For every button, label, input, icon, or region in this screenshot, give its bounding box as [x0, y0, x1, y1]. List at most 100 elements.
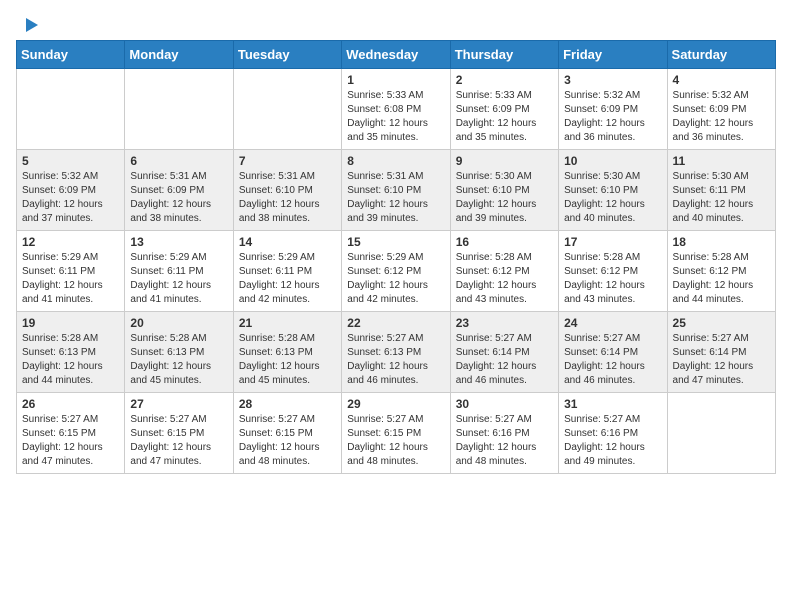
day-cell: 13 Sunrise: 5:29 AMSunset: 6:11 PMDayligh… [125, 231, 233, 312]
day-info: Sunrise: 5:28 AMSunset: 6:12 PMDaylight:… [456, 251, 553, 307]
day-number: 9 [456, 154, 553, 168]
day-cell [125, 69, 233, 150]
day-info: Sunrise: 5:28 AMSunset: 6:13 PMDaylight:… [22, 332, 119, 388]
day-number: 4 [673, 73, 770, 87]
day-number: 18 [673, 235, 770, 249]
day-cell: 8 Sunrise: 5:31 AMSunset: 6:10 PMDaylight… [342, 150, 450, 231]
day-cell: 12 Sunrise: 5:29 AMSunset: 6:11 PMDayligh… [17, 231, 125, 312]
day-info: Sunrise: 5:28 AMSunset: 6:12 PMDaylight:… [673, 251, 770, 307]
day-info: Sunrise: 5:30 AMSunset: 6:10 PMDaylight:… [456, 170, 553, 226]
day-number: 11 [673, 154, 770, 168]
day-info: Sunrise: 5:27 AMSunset: 6:15 PMDaylight:… [22, 413, 119, 469]
day-cell: 10Sunrise: 5:30 AMSunset: 6:10 PMDayligh… [559, 150, 667, 231]
day-cell: 5 Sunrise: 5:32 AMSunset: 6:09 PMDaylight… [17, 150, 125, 231]
calendar-table: SundayMondayTuesdayWednesdayThursdayFrid… [16, 40, 776, 474]
day-cell: 2 Sunrise: 5:33 AMSunset: 6:09 PMDaylight… [450, 69, 558, 150]
day-cell: 19 Sunrise: 5:28 AMSunset: 6:13 PMDayligh… [17, 312, 125, 393]
day-number: 12 [22, 235, 119, 249]
day-cell: 15 Sunrise: 5:29 AMSunset: 6:12 PMDayligh… [342, 231, 450, 312]
day-cell: 22 Sunrise: 5:27 AMSunset: 6:13 PMDayligh… [342, 312, 450, 393]
day-info: Sunrise: 5:28 AMSunset: 6:13 PMDaylight:… [130, 332, 227, 388]
day-number: 25 [673, 316, 770, 330]
day-info: Sunrise: 5:27 AMSunset: 6:16 PMDaylight:… [456, 413, 553, 469]
day-cell: 29Sunrise: 5:27 AMSunset: 6:15 PMDayligh… [342, 393, 450, 474]
week-row-1: 1 Sunrise: 5:33 AMSunset: 6:08 PMDaylight… [17, 69, 776, 150]
day-info: Sunrise: 5:27 AMSunset: 6:14 PMDaylight:… [673, 332, 770, 388]
day-info: Sunrise: 5:29 AMSunset: 6:11 PMDaylight:… [22, 251, 119, 307]
day-number: 19 [22, 316, 119, 330]
day-number: 1 [347, 73, 444, 87]
day-number: 7 [239, 154, 336, 168]
day-info: Sunrise: 5:31 AMSunset: 6:10 PMDaylight:… [347, 170, 444, 226]
week-row-4: 19 Sunrise: 5:28 AMSunset: 6:13 PMDayligh… [17, 312, 776, 393]
day-number: 5 [22, 154, 119, 168]
day-number: 3 [564, 73, 661, 87]
day-info: Sunrise: 5:29 AMSunset: 6:12 PMDaylight:… [347, 251, 444, 307]
day-info: Sunrise: 5:33 AMSunset: 6:09 PMDaylight:… [456, 89, 553, 145]
day-cell: 16Sunrise: 5:28 AMSunset: 6:12 PMDayligh… [450, 231, 558, 312]
day-cell: 9 Sunrise: 5:30 AMSunset: 6:10 PMDaylight… [450, 150, 558, 231]
day-cell: 25 Sunrise: 5:27 AMSunset: 6:14 PMDayligh… [667, 312, 775, 393]
day-cell: 28 Sunrise: 5:27 AMSunset: 6:15 PMDayligh… [233, 393, 341, 474]
day-header-wednesday: Wednesday [342, 41, 450, 69]
day-cell [667, 393, 775, 474]
day-number: 17 [564, 235, 661, 249]
day-cell: 3 Sunrise: 5:32 AMSunset: 6:09 PMDaylight… [559, 69, 667, 150]
logo-icon [18, 14, 40, 36]
day-info: Sunrise: 5:29 AMSunset: 6:11 PMDaylight:… [130, 251, 227, 307]
day-info: Sunrise: 5:28 AMSunset: 6:12 PMDaylight:… [564, 251, 661, 307]
day-cell: 21Sunrise: 5:28 AMSunset: 6:13 PMDayligh… [233, 312, 341, 393]
day-number: 27 [130, 397, 227, 411]
day-number: 26 [22, 397, 119, 411]
day-header-tuesday: Tuesday [233, 41, 341, 69]
day-info: Sunrise: 5:32 AMSunset: 6:09 PMDaylight:… [564, 89, 661, 145]
day-number: 2 [456, 73, 553, 87]
day-info: Sunrise: 5:32 AMSunset: 6:09 PMDaylight:… [22, 170, 119, 226]
day-header-thursday: Thursday [450, 41, 558, 69]
day-info: Sunrise: 5:32 AMSunset: 6:09 PMDaylight:… [673, 89, 770, 145]
week-row-3: 12 Sunrise: 5:29 AMSunset: 6:11 PMDayligh… [17, 231, 776, 312]
day-number: 23 [456, 316, 553, 330]
day-number: 28 [239, 397, 336, 411]
day-cell: 24 Sunrise: 5:27 AMSunset: 6:14 PMDayligh… [559, 312, 667, 393]
day-info: Sunrise: 5:27 AMSunset: 6:14 PMDaylight:… [564, 332, 661, 388]
day-info: Sunrise: 5:27 AMSunset: 6:16 PMDaylight:… [564, 413, 661, 469]
day-number: 14 [239, 235, 336, 249]
day-cell: 23Sunrise: 5:27 AMSunset: 6:14 PMDayligh… [450, 312, 558, 393]
day-cell: 17 Sunrise: 5:28 AMSunset: 6:12 PMDayligh… [559, 231, 667, 312]
day-info: Sunrise: 5:33 AMSunset: 6:08 PMDaylight:… [347, 89, 444, 145]
day-header-monday: Monday [125, 41, 233, 69]
day-cell: 20 Sunrise: 5:28 AMSunset: 6:13 PMDayligh… [125, 312, 233, 393]
week-row-2: 5 Sunrise: 5:32 AMSunset: 6:09 PMDaylight… [17, 150, 776, 231]
day-cell: 18 Sunrise: 5:28 AMSunset: 6:12 PMDayligh… [667, 231, 775, 312]
day-cell: 6Sunrise: 5:31 AMSunset: 6:09 PMDaylight… [125, 150, 233, 231]
day-info: Sunrise: 5:27 AMSunset: 6:13 PMDaylight:… [347, 332, 444, 388]
day-header-friday: Friday [559, 41, 667, 69]
day-cell [233, 69, 341, 150]
day-cell: 11 Sunrise: 5:30 AMSunset: 6:11 PMDayligh… [667, 150, 775, 231]
day-number: 6 [130, 154, 227, 168]
day-cell: 27 Sunrise: 5:27 AMSunset: 6:15 PMDayligh… [125, 393, 233, 474]
day-number: 13 [130, 235, 227, 249]
day-cell: 26 Sunrise: 5:27 AMSunset: 6:15 PMDayligh… [17, 393, 125, 474]
day-number: 20 [130, 316, 227, 330]
day-cell: 31Sunrise: 5:27 AMSunset: 6:16 PMDayligh… [559, 393, 667, 474]
day-number: 24 [564, 316, 661, 330]
day-info: Sunrise: 5:27 AMSunset: 6:15 PMDaylight:… [130, 413, 227, 469]
day-info: Sunrise: 5:30 AMSunset: 6:11 PMDaylight:… [673, 170, 770, 226]
day-number: 15 [347, 235, 444, 249]
day-header-sunday: Sunday [17, 41, 125, 69]
day-info: Sunrise: 5:27 AMSunset: 6:15 PMDaylight:… [239, 413, 336, 469]
day-number: 21 [239, 316, 336, 330]
logo [16, 16, 40, 32]
day-cell: 14 Sunrise: 5:29 AMSunset: 6:11 PMDayligh… [233, 231, 341, 312]
day-info: Sunrise: 5:31 AMSunset: 6:10 PMDaylight:… [239, 170, 336, 226]
day-cell: 4 Sunrise: 5:32 AMSunset: 6:09 PMDaylight… [667, 69, 775, 150]
day-header-saturday: Saturday [667, 41, 775, 69]
day-info: Sunrise: 5:30 AMSunset: 6:10 PMDaylight:… [564, 170, 661, 226]
header [16, 16, 776, 32]
day-number: 8 [347, 154, 444, 168]
day-info: Sunrise: 5:29 AMSunset: 6:11 PMDaylight:… [239, 251, 336, 307]
day-number: 22 [347, 316, 444, 330]
day-cell: 1 Sunrise: 5:33 AMSunset: 6:08 PMDaylight… [342, 69, 450, 150]
